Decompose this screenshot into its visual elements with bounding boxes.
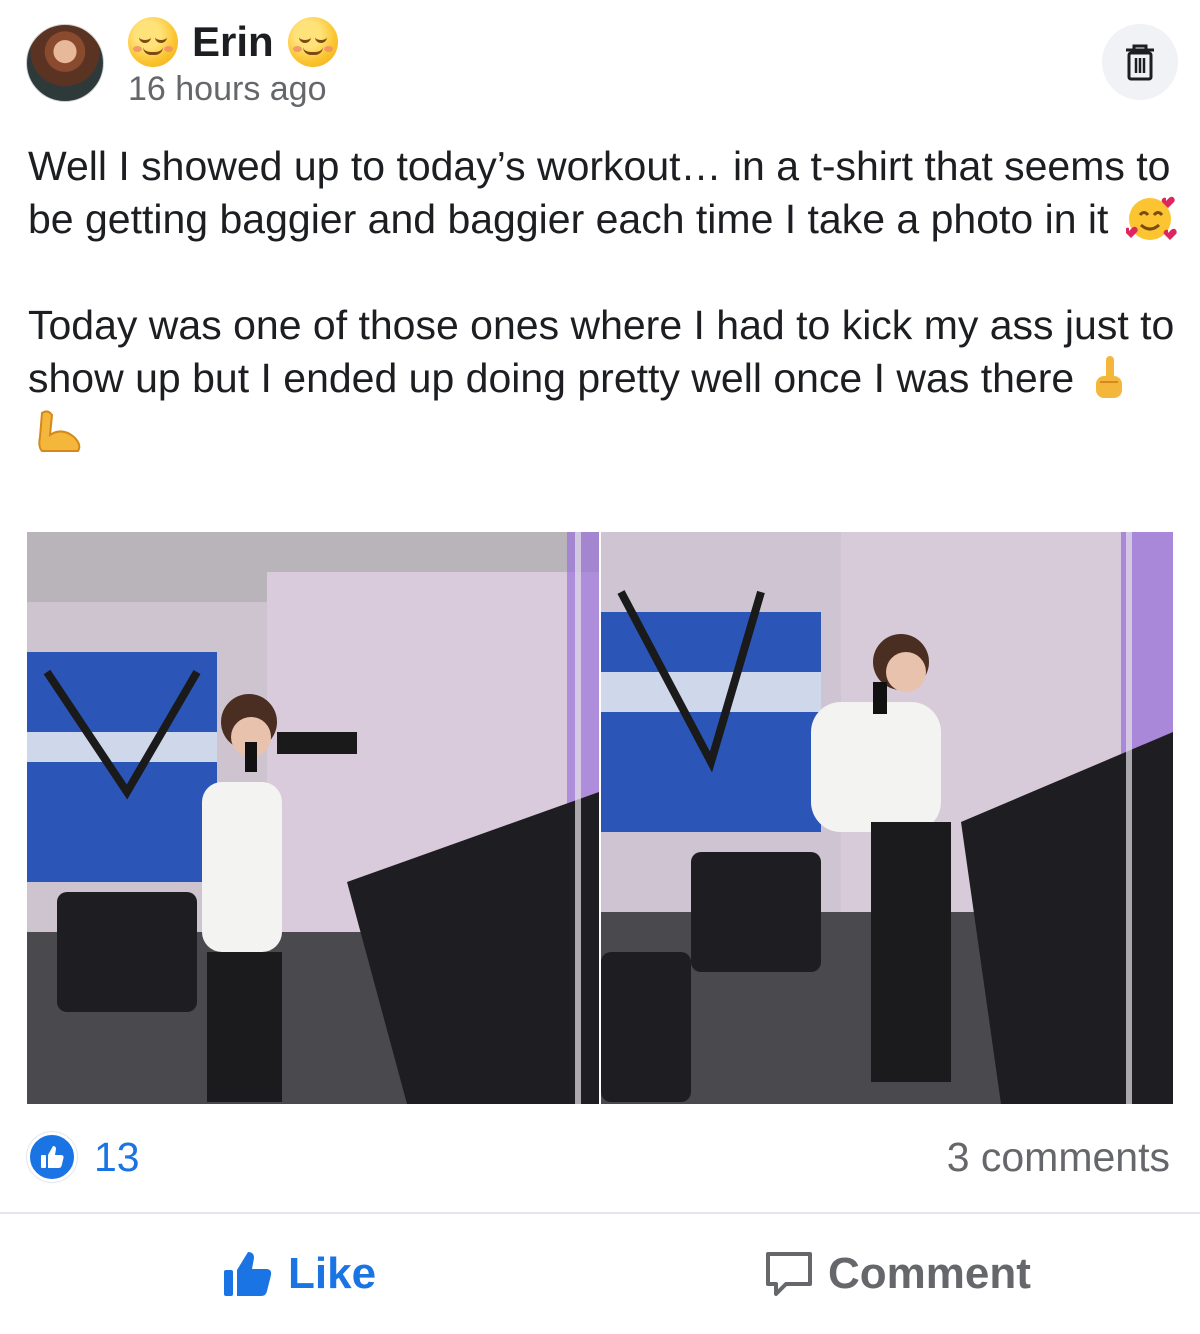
like-button[interactable]: Like (222, 1234, 376, 1314)
comments-count[interactable]: 3 comments (947, 1134, 1170, 1181)
author-row: Erin (128, 14, 338, 70)
thumbs-up-icon (224, 1252, 272, 1296)
post-body: Well I showed up to today’s workout… in … (28, 140, 1178, 511)
comment-button[interactable]: Comment (764, 1234, 1031, 1314)
post-header: Erin 16 hours ago (0, 0, 1200, 120)
smiling-face-with-hearts-emoji-icon (1125, 196, 1177, 240)
post-stats: 13 3 comments (0, 1120, 1200, 1196)
smiling-face-emoji-icon (287, 17, 338, 67)
post-photo[interactable] (601, 532, 1173, 1104)
delete-post-button[interactable] (1102, 24, 1178, 100)
comment-button-label: Comment (828, 1249, 1031, 1298)
comment-bubble-icon (766, 1252, 812, 1296)
post-paragraph: Today was one of those ones where I had … (28, 299, 1178, 458)
like-reaction-badge[interactable] (27, 1132, 77, 1182)
gym-mirror-selfie-photo-icon (601, 532, 1173, 1104)
post-timestamp[interactable]: 16 hours ago (128, 70, 327, 109)
post-paragraph: Well I showed up to today’s workout… in … (28, 140, 1178, 246)
avatar[interactable] (26, 24, 104, 102)
trash-icon (1126, 44, 1154, 81)
like-count[interactable]: 13 (94, 1134, 140, 1181)
post-actions: Like Comment (0, 1214, 1200, 1334)
post-photos (27, 532, 1173, 1104)
like-button-label: Like (288, 1249, 377, 1298)
smiling-face-emoji-icon (128, 17, 178, 67)
author-name[interactable]: Erin (192, 18, 274, 66)
post-photo[interactable] (27, 532, 599, 1104)
thumbs-up-icon (41, 1146, 64, 1168)
middle-finger-emoji-icon (1095, 356, 1122, 398)
gym-mirror-selfie-photo-icon (27, 532, 599, 1104)
flexed-biceps-emoji-icon (38, 410, 81, 452)
